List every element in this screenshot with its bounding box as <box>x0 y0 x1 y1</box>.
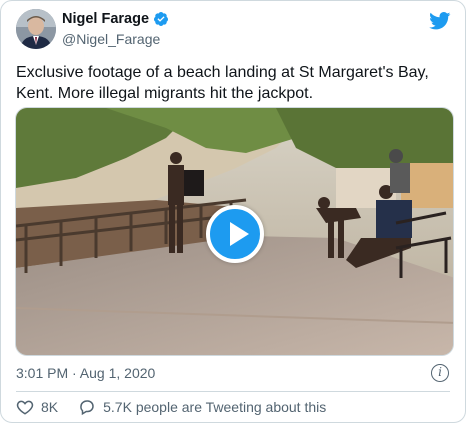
avatar-image <box>16 9 56 49</box>
author-info[interactable]: Nigel Farage @Nigel_Farage <box>62 10 169 47</box>
play-icon[interactable] <box>206 205 264 263</box>
avatar[interactable] <box>16 9 56 49</box>
like-count: 8K <box>41 399 59 415</box>
conversation-text: 5.7K people are Tweeting about this <box>103 399 327 415</box>
info-icon[interactable]: i <box>431 364 449 382</box>
like-action[interactable]: 8K <box>16 398 58 416</box>
heart-icon <box>16 400 34 415</box>
video-player[interactable] <box>15 107 454 356</box>
conversation-action[interactable]: 5.7K people are Tweeting about this <box>78 398 326 416</box>
author-name[interactable]: Nigel Farage <box>62 11 149 27</box>
tweet-timestamp[interactable]: 3:01 PM · Aug 1, 2020 <box>16 365 155 381</box>
divider <box>16 391 450 392</box>
author-handle[interactable]: @Nigel_Farage <box>62 31 169 47</box>
tweet-text: Exclusive footage of a beach landing at … <box>16 64 429 102</box>
verified-badge-icon <box>154 12 169 26</box>
twitter-bird-icon[interactable] <box>429 12 451 30</box>
speech-bubble-icon <box>80 400 94 416</box>
tweet-card: Nigel Farage @Nigel_Farage Exclusive foo… <box>0 0 466 423</box>
name-row: Nigel Farage <box>62 10 169 28</box>
engagement-bar: 8K 5.7K people are Tweeting about this <box>16 398 326 416</box>
